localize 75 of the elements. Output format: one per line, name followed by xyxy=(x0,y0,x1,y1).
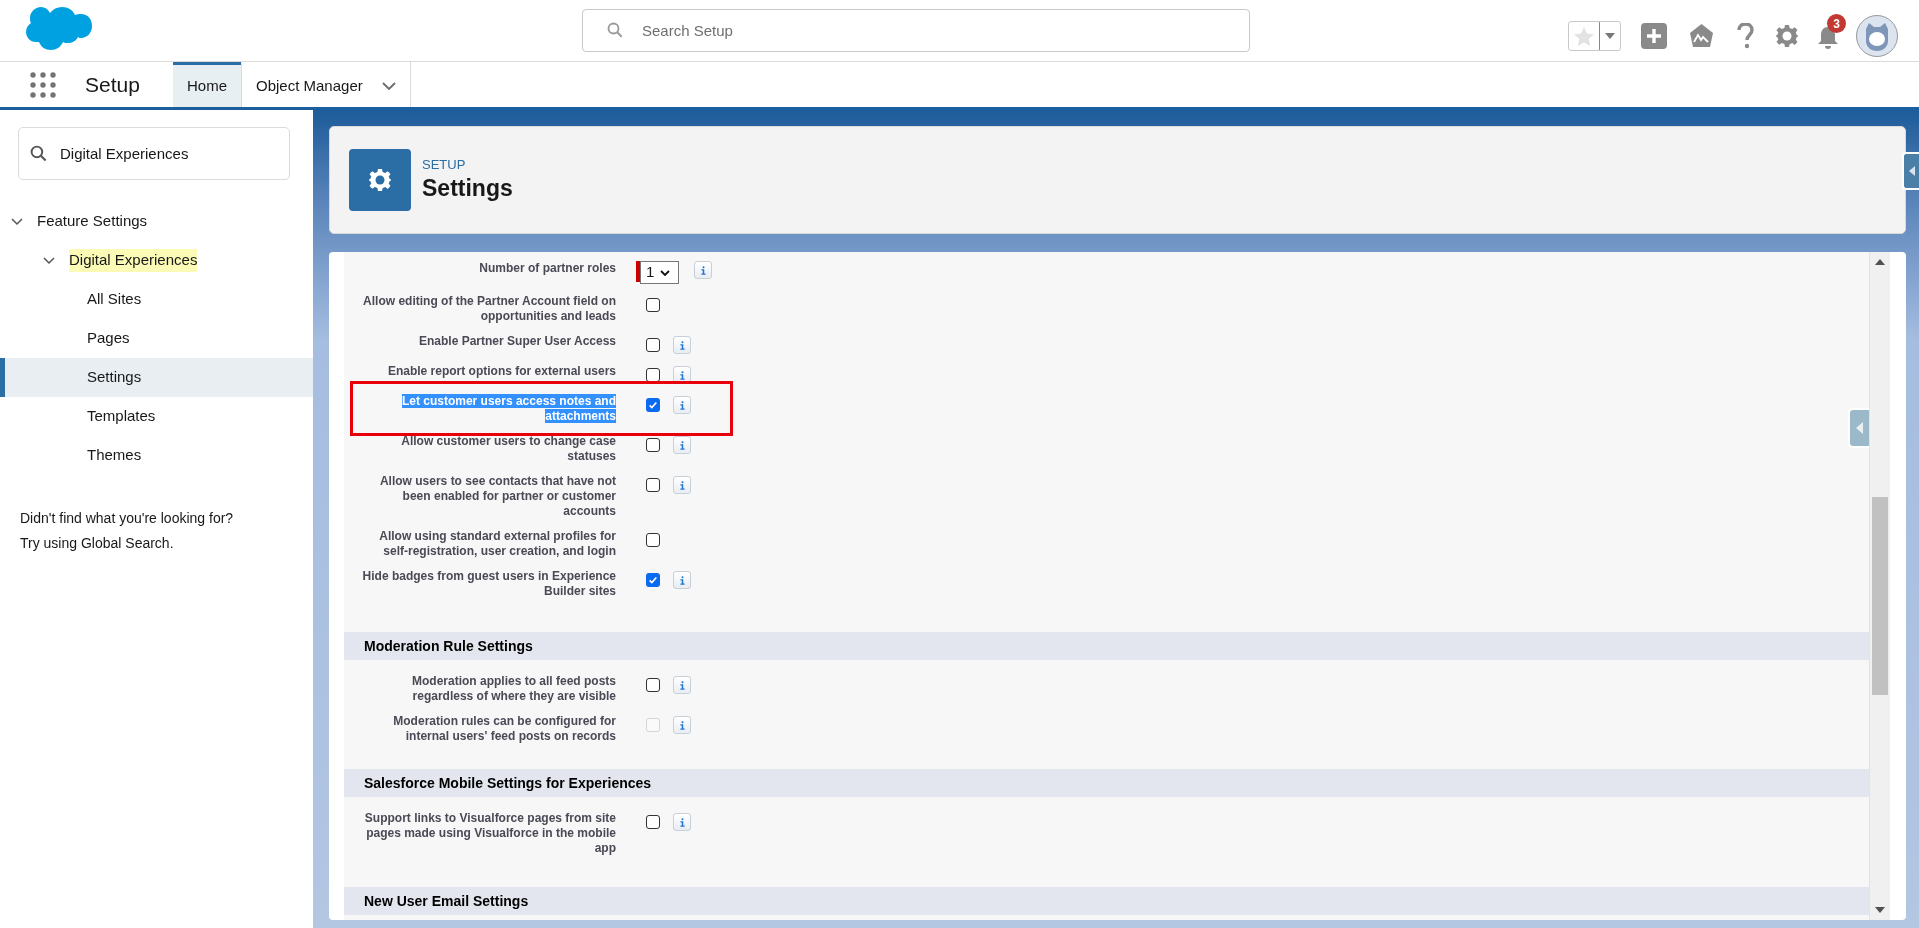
setting-label: Let customer users access notes and attachments xyxy=(400,394,616,424)
checkbox[interactable] xyxy=(646,533,660,547)
scrollbar[interactable] xyxy=(1869,252,1890,920)
tree-item[interactable]: All Sites xyxy=(0,280,313,319)
checkbox[interactable] xyxy=(646,398,660,412)
caret-icon xyxy=(1908,166,1915,176)
checkbox[interactable] xyxy=(646,338,660,352)
checkbox[interactable] xyxy=(646,815,660,829)
setting-label: Moderation applies to all feed posts regardless of where they are visible xyxy=(410,674,616,704)
search-icon xyxy=(607,22,623,38)
setting-label: Enable Partner Super User Access xyxy=(418,334,616,349)
setting-label: Allow customer users to change case statuses xyxy=(400,434,616,464)
checkbox[interactable] xyxy=(646,678,660,692)
checkbox[interactable] xyxy=(646,478,660,492)
sidebar-toggle-handle[interactable] xyxy=(1848,408,1869,448)
check-icon xyxy=(648,400,658,410)
setting-label: Allow using standard external profiles for self-registration, user creation, and login xyxy=(378,529,616,559)
tree-item[interactable]: Digital Experiences xyxy=(0,241,313,280)
info-icon[interactable] xyxy=(673,676,691,694)
sidebar-search-field[interactable]: Digital Experiences xyxy=(18,127,290,180)
info-icon[interactable] xyxy=(673,396,691,414)
info-icon[interactable] xyxy=(673,336,691,354)
checkbox[interactable] xyxy=(646,298,660,312)
search-field[interactable]: Search Setup xyxy=(582,9,1250,52)
notification-count-badge: 3 xyxy=(1827,14,1846,33)
panel-collapse-handle[interactable] xyxy=(1902,152,1919,190)
page-eyebrow: SETUP xyxy=(422,157,467,173)
caret-icon xyxy=(1856,422,1863,434)
check-icon xyxy=(648,575,658,585)
settings-icon[interactable] xyxy=(1776,25,1798,47)
info-icon[interactable] xyxy=(673,813,691,831)
page-title: Settings xyxy=(422,174,513,203)
help-icon[interactable] xyxy=(1737,23,1754,49)
info-icon[interactable] xyxy=(694,261,712,279)
add-icon[interactable] xyxy=(1641,23,1667,49)
nav-tab[interactable]: Object Manager xyxy=(241,62,410,107)
section-header: New User Email Settings xyxy=(344,887,1869,915)
notification-bell-icon[interactable] xyxy=(1817,26,1839,50)
scroll-down-icon[interactable] xyxy=(1875,907,1885,913)
setting-label: Support links to Visualforce pages from site pages made using Visualforce in the mobile app xyxy=(363,811,616,856)
app-name: Setup xyxy=(85,71,141,98)
tree-item[interactable]: Templates xyxy=(0,397,313,436)
scrollbar-thumb[interactable] xyxy=(1872,497,1888,695)
help-text: Try using Global Search. xyxy=(20,534,175,553)
help-text: Didn't find what you're looking for? xyxy=(20,509,235,528)
number-select[interactable]: 1 xyxy=(640,261,679,284)
caret-icon xyxy=(1605,33,1615,39)
section-header: Moderation Rule Settings xyxy=(344,632,1869,660)
setting-label: Hide badges from guest users in Experience Builder sites xyxy=(361,569,616,599)
settings-icon xyxy=(349,149,411,211)
search-icon xyxy=(30,145,47,162)
setting-label: Allow editing of the Partner Account field on opportunities and leads xyxy=(362,294,616,324)
info-icon[interactable] xyxy=(673,476,691,494)
setting-label: Number of partner roles xyxy=(478,261,616,276)
chevron-down-icon[interactable] xyxy=(381,82,396,90)
mountain-icon[interactable] xyxy=(1689,23,1714,49)
checkbox[interactable] xyxy=(646,438,660,452)
tree-item[interactable]: Pages xyxy=(0,319,313,358)
section-header: Salesforce Mobile Settings for Experiences xyxy=(344,769,1869,797)
scroll-up-icon[interactable] xyxy=(1875,259,1885,265)
checkbox[interactable] xyxy=(646,368,660,382)
avatar-icon[interactable] xyxy=(1856,15,1898,57)
setting-label: Moderation rules can be configured for internal users' feed posts on records xyxy=(392,714,616,744)
info-icon[interactable] xyxy=(673,436,691,454)
app-launcher-icon[interactable] xyxy=(30,71,56,98)
checkbox[interactable] xyxy=(646,573,660,587)
setting-label: Enable report options for external users xyxy=(386,364,616,379)
tree-item[interactable]: Settings xyxy=(0,358,313,397)
nav-tab[interactable]: Home xyxy=(173,62,241,107)
info-icon[interactable] xyxy=(673,571,691,589)
chevron-down-icon xyxy=(660,269,671,276)
setting-label: Allow users to see contacts that have not been enabled for partner or customer accounts xyxy=(378,474,616,519)
favorites-button[interactable] xyxy=(1568,21,1621,51)
tree-item[interactable]: Feature Settings xyxy=(0,202,313,241)
tree-item[interactable]: Themes xyxy=(0,436,313,475)
